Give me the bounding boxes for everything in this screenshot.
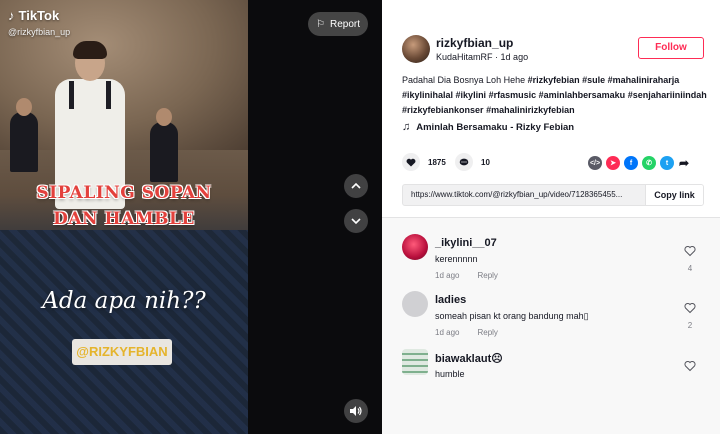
hashtag-link[interactable]: #ikylinihalal xyxy=(402,90,453,100)
comment-like-count: 2 xyxy=(687,321,693,330)
next-video-button[interactable] xyxy=(344,209,368,233)
video-overlay-text-line2: DAN HAMBLE xyxy=(53,209,195,229)
author-avatar[interactable] xyxy=(402,35,430,63)
share-link-text[interactable]: https://www.tiktok.com/@rizkyfbian_up/vi… xyxy=(403,185,645,205)
commenter-avatar[interactable] xyxy=(402,349,428,375)
tiktok-brand-text: TikTok xyxy=(18,8,60,23)
reply-button[interactable]: Reply xyxy=(477,271,497,280)
embed-icon[interactable]: </> xyxy=(588,156,602,170)
chevron-down-icon xyxy=(351,218,361,225)
hashtag-link[interactable]: #senjahariiniindah xyxy=(628,90,707,100)
video-overlay-tag: @RIZKYFBIAN xyxy=(72,339,172,365)
author-subline: KudaHitamRF · 1d ago xyxy=(436,52,528,62)
speaker-icon xyxy=(350,406,362,416)
author-username[interactable]: rizkyfbian_up xyxy=(436,36,513,50)
music-title: Aminlah Bersamaku - Rizky Febian xyxy=(416,121,575,133)
comment-meta: 1d ago Reply xyxy=(435,328,498,337)
caption-text: Padahal Dia Bosnya Loh Hehe xyxy=(402,75,528,85)
hashtag-link[interactable]: #ikylini xyxy=(456,90,487,100)
hashtag-link[interactable]: #mahaliniraharja xyxy=(608,75,680,85)
video-frame[interactable]: ♪ TikTok @rizkyfbian_up SIPALING SOPAN D… xyxy=(0,0,248,434)
post-time: 1d ago xyxy=(500,52,529,62)
heart-icon xyxy=(402,153,420,171)
music-link[interactable]: ♫ Aminlah Bersamaku - Rizky Febian xyxy=(402,121,574,133)
comment-action[interactable]: 10 xyxy=(455,153,490,171)
share-link-box: https://www.tiktok.com/@rizkyfbian_up/vi… xyxy=(402,184,704,206)
comment-meta: 1d ago Reply xyxy=(435,271,498,280)
comment-text: kerennnnn xyxy=(435,254,478,264)
comment-time: 1d ago xyxy=(435,328,460,337)
comment-list-fade xyxy=(382,379,720,434)
post-detail-panel: rizkyfbian_up KudaHitamRF · 1d ago Follo… xyxy=(382,0,720,434)
reply-button[interactable]: Reply xyxy=(477,328,497,337)
comment-time: 1d ago xyxy=(435,271,460,280)
chevron-up-icon xyxy=(351,182,361,189)
share-bar: </> ➤ f ✆ t ➦ xyxy=(588,156,690,170)
watermark-handle: @rizkyfbian_up xyxy=(8,27,71,37)
previous-video-button[interactable] xyxy=(344,174,368,198)
post-caption: Padahal Dia Bosnya Loh Hehe #rizkyfebian… xyxy=(402,73,708,118)
tiktok-logo-icon: ♪ xyxy=(8,8,15,23)
video-overlay-text-line1: SIPALING SOPAN xyxy=(36,183,212,203)
hashtag-link[interactable]: #rizkyfebian xyxy=(528,75,580,85)
like-count: 1875 xyxy=(428,157,446,167)
report-button[interactable]: ⚐ Report xyxy=(308,12,368,36)
send-to-friends-icon[interactable]: ➤ xyxy=(606,156,620,170)
music-note-icon: ♫ xyxy=(402,121,411,133)
hashtag-link[interactable]: #rizkyfebiankonser xyxy=(402,105,484,115)
follow-button[interactable]: Follow xyxy=(638,37,704,59)
hashtag-link[interactable]: #aminlahbersamaku xyxy=(539,90,626,100)
flag-icon: ⚐ xyxy=(316,18,325,30)
video-person-right xyxy=(150,108,178,182)
video-overlay-caption: Ada apa nih?? xyxy=(42,288,206,314)
facebook-icon[interactable]: f xyxy=(624,156,638,170)
author-nickname: KudaHitamRF xyxy=(436,52,493,62)
volume-button[interactable] xyxy=(344,399,368,423)
commenter-name[interactable]: ladies xyxy=(435,294,466,306)
tiktok-watermark: ♪ TikTok xyxy=(8,8,59,23)
copy-link-button[interactable]: Copy link xyxy=(645,185,703,205)
hashtag-link[interactable]: #rfasmusic xyxy=(489,90,537,100)
commenter-name[interactable]: biawaklaut☹ xyxy=(435,352,503,365)
comment-heart-icon[interactable] xyxy=(684,360,696,372)
report-label: Report xyxy=(329,18,360,30)
commenter-avatar[interactable] xyxy=(402,291,428,317)
share-more-icon[interactable]: ➦ xyxy=(678,156,690,170)
hashtag-link[interactable]: #mahalinirizkyfebian xyxy=(486,105,575,115)
comment-heart-icon[interactable] xyxy=(684,245,696,257)
commenter-avatar[interactable] xyxy=(402,234,428,260)
whatsapp-icon[interactable]: ✆ xyxy=(642,156,656,170)
video-scene-foreground xyxy=(0,230,248,434)
twitter-icon[interactable]: t xyxy=(660,156,674,170)
comment-heart-icon[interactable] xyxy=(684,302,696,314)
comment-list[interactable]: _ikylini__07 kerennnnn 1d ago Reply 4 la… xyxy=(382,217,720,434)
like-action[interactable]: 1875 xyxy=(402,153,446,171)
commenter-name[interactable]: _ikylini__07 xyxy=(435,237,497,249)
video-player[interactable]: ♪ TikTok @rizkyfbian_up SIPALING SOPAN D… xyxy=(0,0,382,434)
comment-text: someah pisan kt orang bandung mah▯ xyxy=(435,311,589,321)
comment-like-count: 4 xyxy=(687,264,693,273)
comment-count: 10 xyxy=(481,157,490,167)
video-person-left xyxy=(10,98,38,172)
comment-icon xyxy=(455,153,473,171)
hashtag-link[interactable]: #sule xyxy=(582,75,605,85)
comment-text: humble xyxy=(435,369,465,379)
